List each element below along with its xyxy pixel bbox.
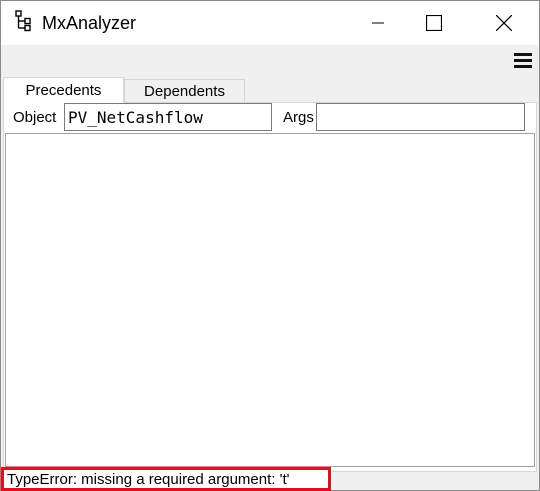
tab-precedents-label: Precedents	[25, 82, 102, 99]
args-label: Args	[283, 109, 314, 126]
window-title: MxAnalyzer	[42, 13, 137, 33]
status-bar-message: TypeError: missing a required argument: …	[1, 467, 331, 491]
tab-dependents-label: Dependents	[144, 83, 225, 100]
precedents-tree-view[interactable]	[5, 133, 535, 467]
mxanalyzer-window: MxAnalyzer Precedents Dependents Object …	[0, 0, 540, 491]
title-bar[interactable]: MxAnalyzer	[1, 1, 539, 45]
maximize-icon	[426, 15, 442, 31]
minimize-button[interactable]	[355, 1, 401, 45]
close-button[interactable]	[481, 1, 527, 45]
maximize-button[interactable]	[411, 1, 457, 45]
tab-precedents[interactable]: Precedents	[3, 77, 124, 103]
object-input[interactable]	[64, 103, 272, 131]
object-label: Object	[13, 109, 57, 126]
tab-dependents[interactable]: Dependents	[124, 79, 245, 103]
close-icon	[496, 15, 512, 31]
args-input[interactable]	[316, 103, 525, 131]
tree-structure-icon	[15, 10, 31, 32]
hamburger-menu-icon[interactable]	[512, 53, 534, 71]
minimize-icon	[372, 22, 384, 24]
